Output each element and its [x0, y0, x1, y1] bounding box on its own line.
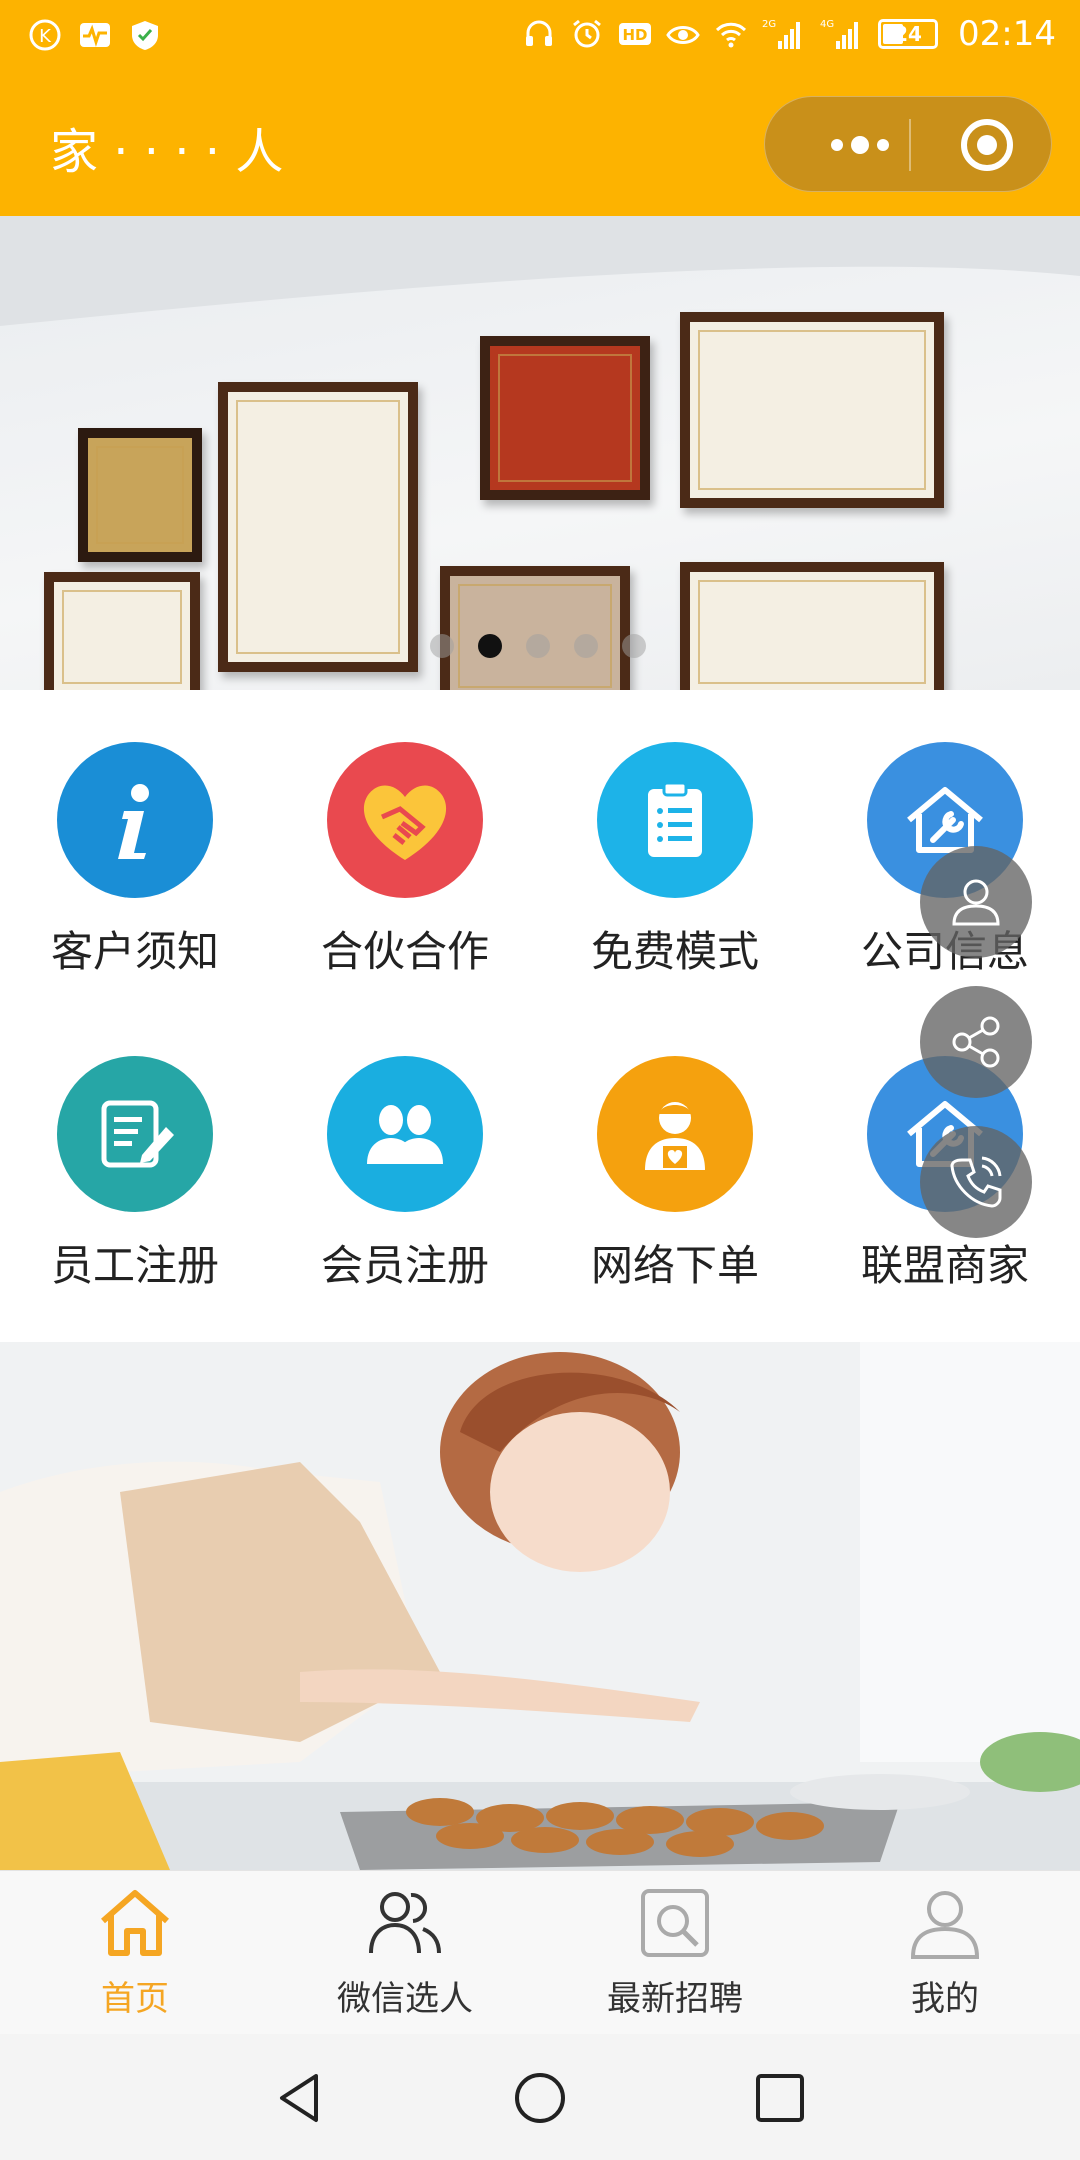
k-app-icon: K [28, 18, 62, 52]
menu-item-staff-register[interactable]: 员工注册 [0, 1004, 270, 1304]
edit-document-icon [57, 1056, 213, 1212]
group-icon [327, 1056, 483, 1212]
menu-grid: 客户须知 合伙合作 免费模式 公司信息 员工注册 会员注册 网络下单 联盟商家 [0, 690, 1080, 1340]
tab-label: 最新招聘 [607, 1979, 743, 2019]
maid-icon [597, 1056, 753, 1212]
certificate-frame [680, 312, 944, 508]
share-icon [952, 1016, 1000, 1068]
svg-text:4G: 4G [820, 19, 834, 30]
more-button[interactable] [805, 125, 915, 165]
svg-text:K: K [39, 26, 52, 47]
mini-program-capsule [764, 96, 1052, 192]
banner-carousel[interactable] [0, 216, 1080, 690]
clock: 02:14 [958, 14, 1056, 54]
home-circle-icon[interactable] [512, 2070, 568, 2126]
float-phone-button[interactable] [920, 1126, 1032, 1238]
tab-home[interactable]: 首页 [0, 1871, 270, 2035]
close-mini-program-button[interactable] [961, 119, 1013, 171]
certificate-frame [78, 428, 202, 562]
tab-label: 首页 [101, 1979, 169, 2019]
people-icon [369, 1892, 441, 1954]
signal-4g-icon: 4G [820, 17, 864, 51]
page-title: 家 · · · · 人 [50, 124, 284, 180]
shield-icon [128, 18, 162, 52]
alarm-icon [570, 17, 604, 51]
user-icon [910, 1891, 980, 1959]
certificate-frame [44, 572, 200, 690]
menu-item-online-order[interactable]: 网络下单 [540, 1004, 810, 1304]
system-nav-bar [0, 2034, 1080, 2160]
menu-item-free-mode[interactable]: 免费模式 [540, 690, 810, 990]
carousel-dot[interactable] [622, 634, 646, 658]
tab-mine[interactable]: 我的 [810, 1871, 1080, 2035]
menu-label: 免费模式 [590, 927, 759, 976]
signal-2g-icon: 2G [762, 17, 806, 51]
carousel-dot[interactable] [526, 634, 550, 658]
battery-icon: 24 [878, 19, 939, 49]
search-doc-icon [641, 1889, 709, 1957]
carousel-indicators [430, 634, 646, 658]
headphones-icon [522, 17, 556, 51]
back-icon[interactable] [272, 2070, 328, 2126]
top-bar: K HD 2G 4G 24 02:14 家 · · · · 人 [0, 0, 1080, 216]
certificate-frame [218, 382, 418, 672]
eye-icon [666, 17, 700, 51]
promo-photo [0, 1342, 1080, 1870]
certificate-frame [480, 336, 650, 500]
wifi-icon [714, 17, 748, 51]
menu-item-partnership[interactable]: 合伙合作 [270, 690, 540, 990]
menu-item-member-register[interactable]: 会员注册 [270, 1004, 540, 1304]
menu-label: 会员注册 [320, 1241, 489, 1290]
status-bar: K HD 2G 4G 24 02:14 [0, 0, 1080, 72]
menu-label: 网络下单 [590, 1241, 759, 1290]
menu-item-customer-notice[interactable]: 客户须知 [0, 690, 270, 990]
menu-label: 合伙合作 [320, 927, 489, 976]
bottom-tab-bar: 首页 微信选人 最新招聘 我的 [0, 1870, 1080, 2034]
float-share-button[interactable] [920, 986, 1032, 1098]
tab-label: 我的 [911, 1979, 979, 2019]
capsule-divider [909, 119, 911, 171]
menu-label: 客户须知 [50, 927, 219, 976]
handshake-heart-icon [327, 742, 483, 898]
svg-text:2G: 2G [762, 19, 776, 30]
clipboard-icon [597, 742, 753, 898]
float-contact-button[interactable] [920, 846, 1032, 958]
recents-icon[interactable] [752, 2070, 808, 2126]
menu-label: 员工注册 [50, 1241, 219, 1290]
tab-latest-jobs[interactable]: 最新招聘 [540, 1871, 810, 2035]
carousel-dot[interactable] [430, 634, 454, 658]
hd-icon: HD [618, 17, 652, 51]
carousel-dot-active[interactable] [478, 634, 502, 658]
menu-label: 联盟商家 [860, 1241, 1029, 1290]
housekeeper-image [0, 1342, 1080, 1870]
activity-icon [78, 18, 112, 52]
tab-label: 微信选人 [337, 1979, 473, 2019]
tab-wechat-select[interactable]: 微信选人 [270, 1871, 540, 2035]
photo-frame [440, 566, 630, 690]
home-icon [101, 1890, 169, 1956]
svg-text:HD: HD [623, 26, 648, 44]
phone-icon [950, 1156, 1002, 1208]
info-icon [57, 742, 213, 898]
certificate-frame [680, 562, 944, 690]
carousel-dot[interactable] [574, 634, 598, 658]
user-icon [952, 879, 1000, 926]
